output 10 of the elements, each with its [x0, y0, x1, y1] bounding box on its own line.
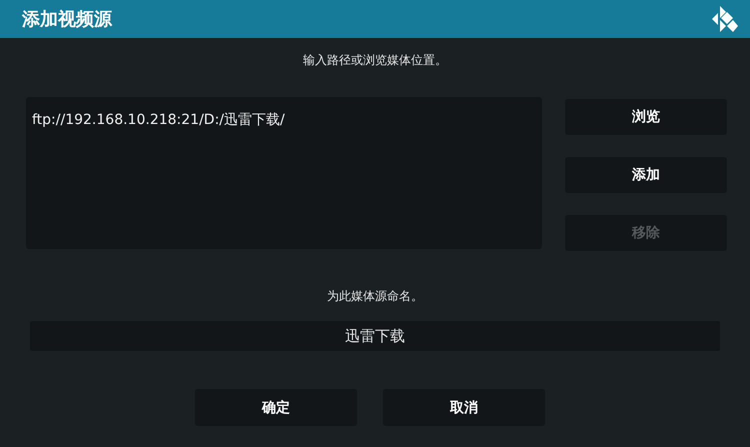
- logo-icon: [712, 4, 738, 34]
- path-prompt: 输入路径或浏览媒体位置。: [303, 52, 447, 69]
- dialog-button[interactable]: 确定: [195, 389, 357, 426]
- name-prompt: 为此媒体源命名。: [327, 288, 423, 305]
- side-button[interactable]: 添加: [565, 157, 727, 193]
- name-field[interactable]: 迅雷下载: [30, 321, 720, 351]
- path-item[interactable]: ftp://192.168.10.218:21/D:/迅雷下载/: [32, 111, 285, 129]
- dialog-button[interactable]: 取消: [383, 389, 545, 426]
- window-title: 添加视频源: [22, 8, 112, 31]
- side-button[interactable]: 浏览: [565, 99, 727, 135]
